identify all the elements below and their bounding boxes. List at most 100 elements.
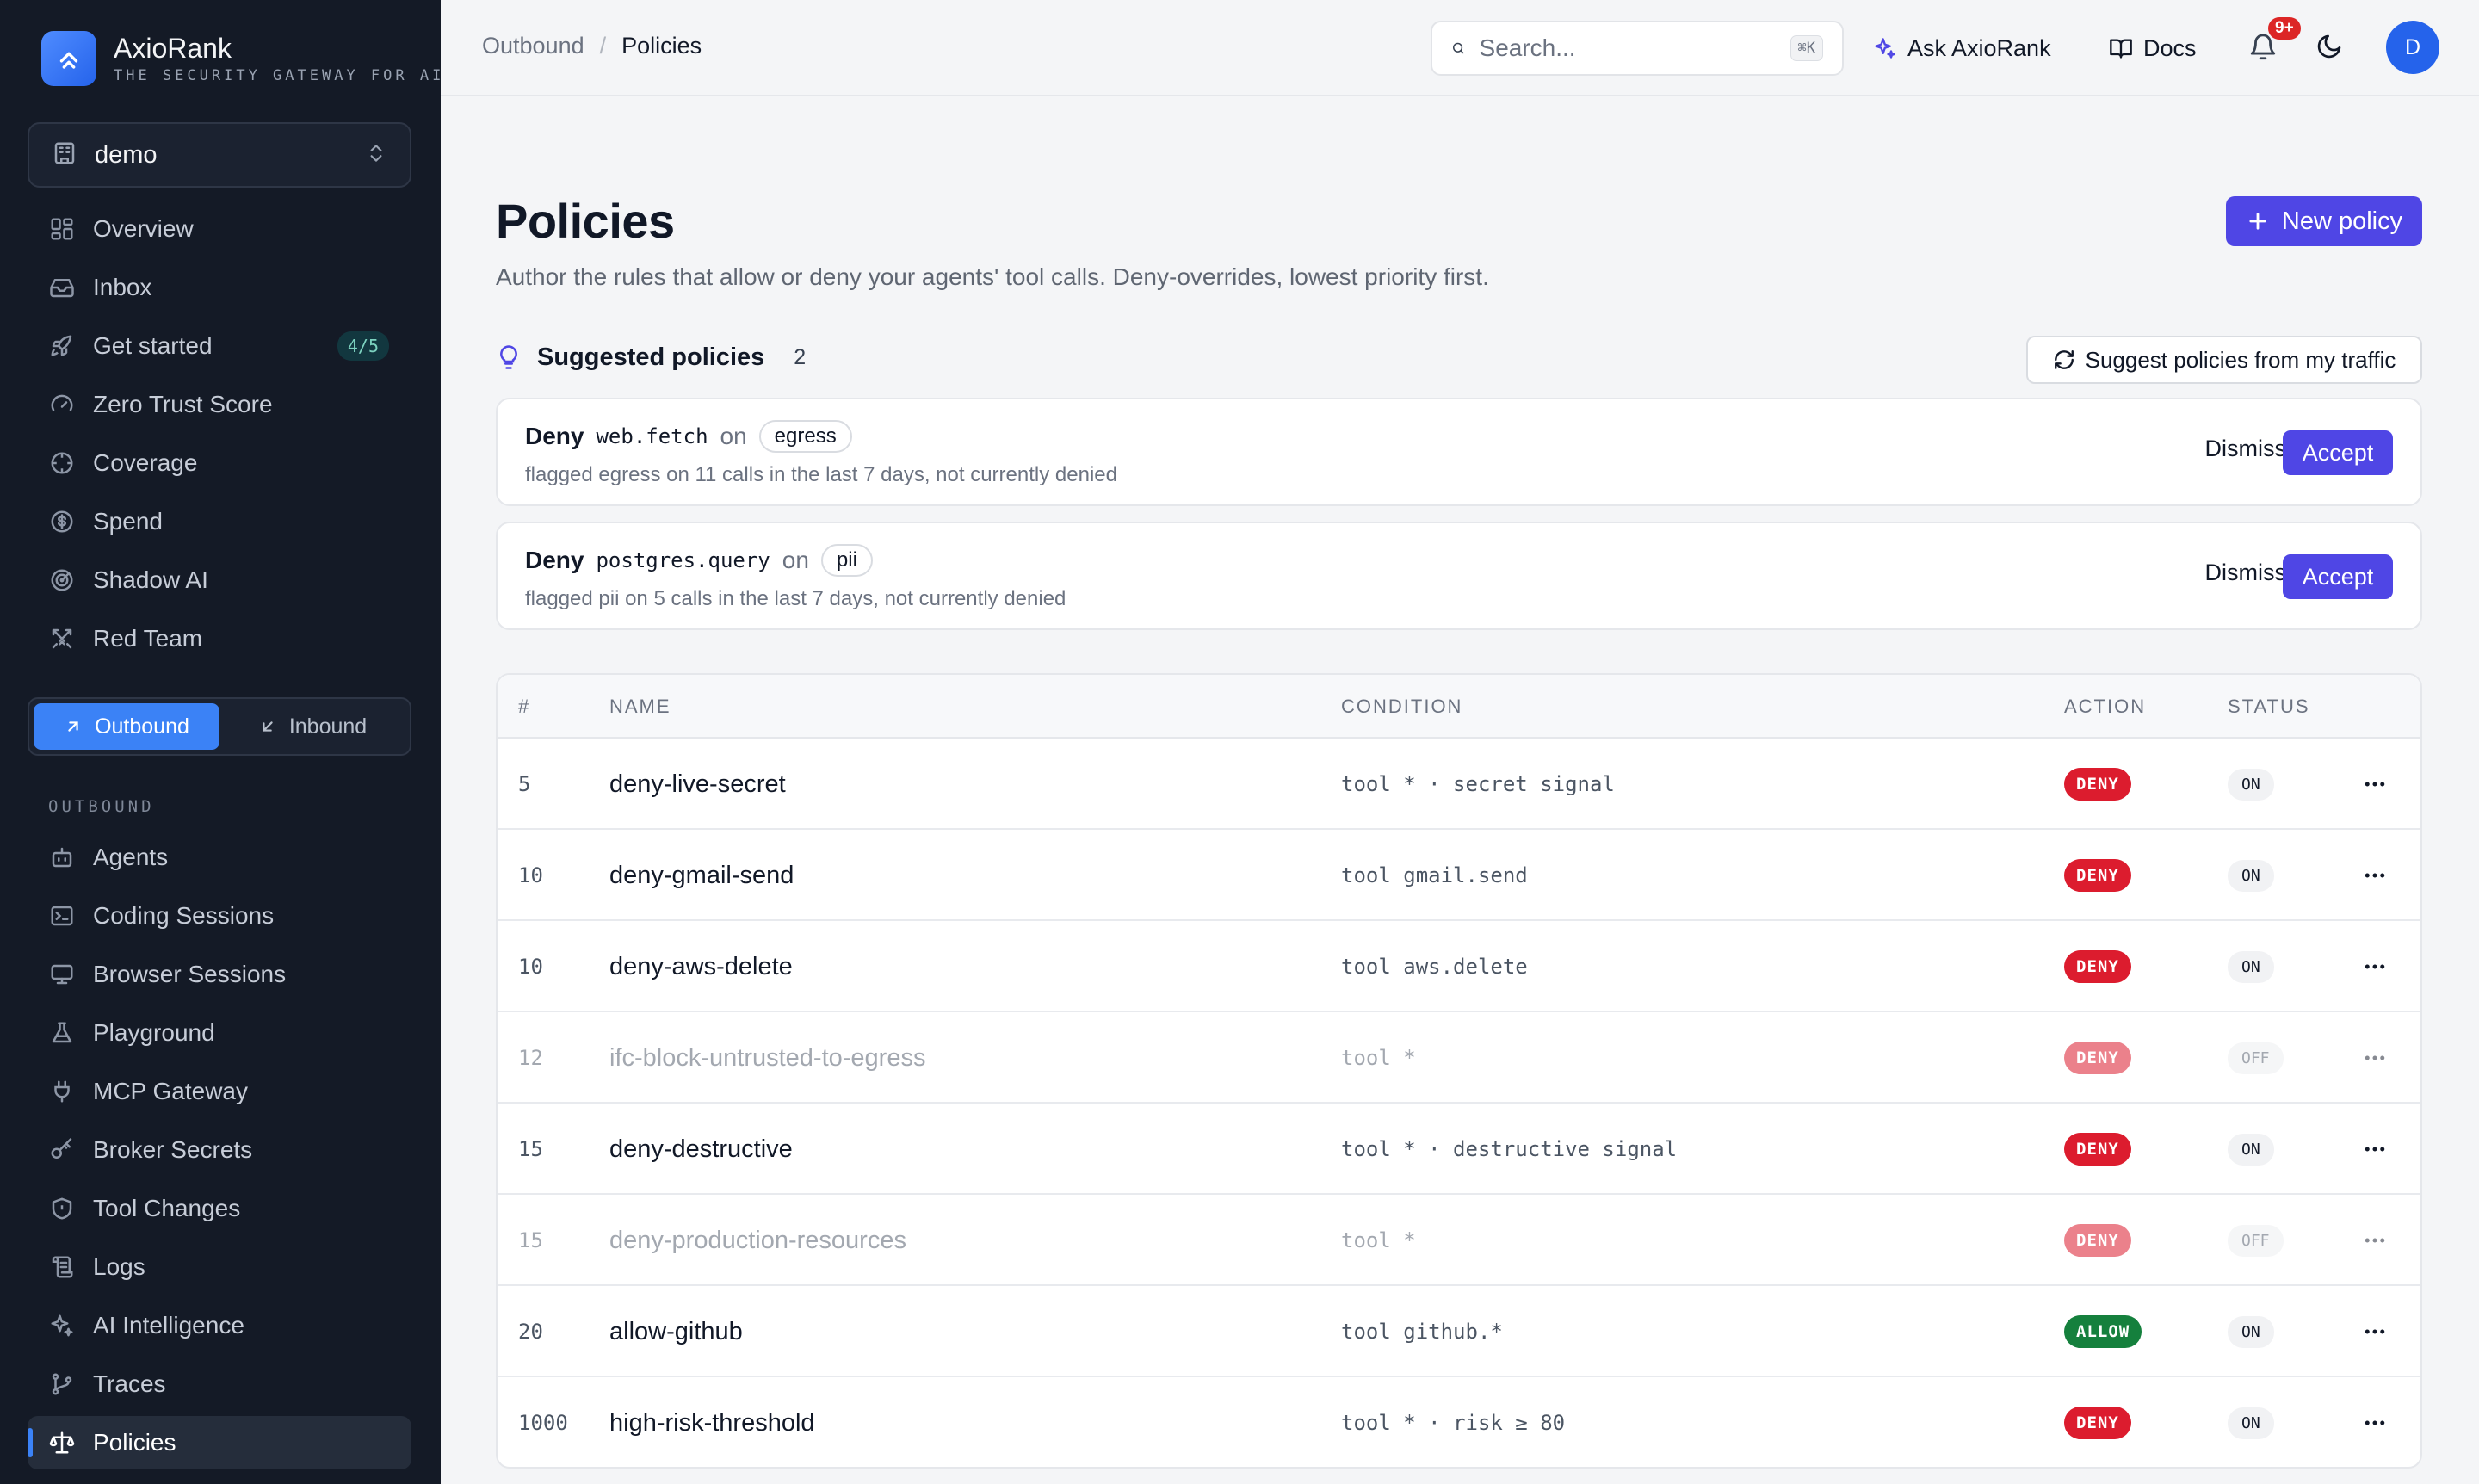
row-menu-button[interactable]	[2362, 1104, 2388, 1195]
nav-label: Coding Sessions	[93, 902, 275, 929]
table-row[interactable]: 12 ifc-block-untrusted-to-egress tool * DEN…	[498, 1012, 2420, 1104]
nav-label: Policies	[93, 1429, 176, 1456]
nav-policies[interactable]: Policies	[28, 1416, 411, 1469]
table-row[interactable]: 10 deny-aws-delete tool aws.delete DENY ON	[498, 921, 2420, 1012]
policy-name[interactable]: deny-destructive	[609, 1104, 793, 1195]
nav-label: Shadow AI	[93, 566, 208, 593]
book-icon	[2110, 39, 2132, 59]
status-badge[interactable]: ON	[2228, 768, 2274, 801]
status-badge[interactable]: OFF	[2228, 1224, 2284, 1257]
user-avatar[interactable]: D	[2386, 21, 2439, 74]
nav-browser-sessions[interactable]: Browser Sessions	[28, 948, 411, 1001]
docs-button[interactable]: Docs	[2109, 28, 2197, 69]
nav-playground[interactable]: Playground	[28, 1006, 411, 1060]
search-box[interactable]: ⌘K	[1431, 21, 1844, 76]
nav-coverage[interactable]: Coverage	[28, 436, 411, 490]
notification-count-badge: 9+	[2268, 17, 2301, 40]
status-badge[interactable]: ON	[2228, 950, 2274, 983]
plus-icon	[2249, 213, 2266, 230]
policy-name[interactable]: deny-production-resources	[609, 1195, 906, 1286]
nav-traces[interactable]: Traces	[28, 1357, 411, 1411]
ask-axiorank-button[interactable]: Ask AxioRank	[1873, 28, 2051, 69]
policy-name[interactable]: deny-live-secret	[609, 739, 786, 830]
policy-condition: tool * · secret signal	[1341, 772, 1615, 796]
new-policy-label: New policy	[2281, 207, 2403, 235]
brand-tagline: THE SECURITY GATEWAY FOR AI AG	[114, 67, 475, 84]
policy-condition: tool * · destructive signal	[1341, 1137, 1678, 1161]
header-name: NAME	[609, 696, 671, 717]
arrow-up-right-icon	[68, 721, 78, 732]
table-row[interactable]: 1000 high-risk-threshold tool * · risk ≥ 8…	[498, 1377, 2420, 1467]
dismiss-button[interactable]: Dismiss	[2205, 560, 2287, 586]
nav-spend[interactable]: Spend	[28, 495, 411, 548]
breadcrumb-parent[interactable]: Outbound	[482, 33, 584, 59]
action-badge: DENY	[2064, 1224, 2131, 1257]
brand[interactable]: AxioRank THE SECURITY GATEWAY FOR AI AG	[41, 31, 475, 86]
nav-label: Tool Changes	[93, 1195, 241, 1221]
nav-label: Spend	[93, 508, 163, 535]
dismiss-button[interactable]: Dismiss	[2205, 436, 2287, 462]
nav-broker-secrets[interactable]: Broker Secrets	[28, 1123, 411, 1177]
status-cell: ON	[2228, 1286, 2274, 1377]
nav-mcp-gateway[interactable]: MCP Gateway	[28, 1065, 411, 1118]
suggest-policies-button[interactable]: Suggest policies from my traffic	[2026, 336, 2422, 384]
row-menu-button[interactable]	[2362, 739, 2388, 830]
row-menu-button[interactable]	[2362, 1377, 2388, 1467]
row-menu-button[interactable]	[2362, 1195, 2388, 1286]
header-condition: CONDITION	[1341, 696, 1463, 717]
row-menu-button[interactable]	[2362, 1012, 2388, 1104]
policy-name[interactable]: ifc-block-untrusted-to-egress	[609, 1012, 925, 1104]
nav-coding-sessions[interactable]: Coding Sessions	[28, 889, 411, 943]
row-menu-button[interactable]	[2362, 830, 2388, 921]
table-row[interactable]: 15 deny-production-resources tool * DENY OFF	[498, 1195, 2420, 1286]
policy-name[interactable]: high-risk-threshold	[609, 1377, 815, 1467]
action-badge: ALLOW	[2064, 1315, 2142, 1348]
policy-name[interactable]: deny-aws-delete	[609, 921, 793, 1012]
nav-red-team[interactable]: Red Team	[28, 612, 411, 665]
org-selector[interactable]: demo	[28, 122, 411, 188]
sparkles-icon	[48, 1312, 76, 1339]
nav-get-started[interactable]: Get started 4/5	[28, 319, 411, 373]
status-badge[interactable]: ON	[2228, 1133, 2274, 1166]
new-policy-button[interactable]: New policy	[2226, 196, 2422, 246]
accept-button[interactable]: Accept	[2283, 430, 2393, 475]
table-row[interactable]: 20 allow-github tool github.* ALLOW ON	[498, 1286, 2420, 1377]
action-cell: ALLOW	[2064, 1286, 2142, 1377]
status-cell: ON	[2228, 830, 2274, 921]
table-row[interactable]: 15 deny-destructive tool * · destructive s…	[498, 1104, 2420, 1195]
shield-icon	[48, 1195, 76, 1222]
nav-ai-intelligence[interactable]: AI Intelligence	[28, 1299, 411, 1352]
policy-name[interactable]: deny-gmail-send	[609, 830, 794, 921]
nav-agents[interactable]: Agents	[28, 831, 411, 884]
search-input[interactable]	[1479, 34, 1790, 62]
nav-logs[interactable]: Logs	[28, 1240, 411, 1294]
nav-overview[interactable]: Overview	[28, 202, 411, 256]
topbar: Outbound / Policies ⌘K Ask AxioRank Docs…	[441, 0, 2479, 96]
outbound-toggle-button[interactable]: Outbound	[34, 703, 219, 750]
inbound-toggle-button[interactable]: Inbound	[219, 703, 405, 750]
suggestion-verb: Deny	[525, 423, 584, 449]
theme-toggle-button[interactable]	[2315, 33, 2343, 65]
status-badge[interactable]: ON	[2228, 859, 2274, 892]
nav-zero-trust-score[interactable]: Zero Trust Score	[28, 378, 411, 431]
status-badge[interactable]: ON	[2228, 1407, 2274, 1439]
policy-priority: 1000	[518, 1411, 568, 1435]
flask-icon	[48, 1019, 76, 1047]
rocket-icon	[48, 332, 76, 360]
accept-button[interactable]: Accept	[2283, 554, 2393, 599]
ask-label: Ask AxioRank	[1907, 34, 2051, 61]
policy-name[interactable]: allow-github	[609, 1286, 743, 1377]
status-badge[interactable]: ON	[2228, 1315, 2274, 1348]
nav-tool-changes[interactable]: Tool Changes	[28, 1182, 411, 1235]
row-menu-button[interactable]	[2362, 1286, 2388, 1377]
status-badge[interactable]: OFF	[2228, 1042, 2284, 1074]
table-row[interactable]: 5 deny-live-secret tool * · secret signal D…	[498, 739, 2420, 830]
more-horizontal-icon	[2365, 1420, 2385, 1425]
nav-inbox[interactable]: Inbox	[28, 261, 411, 314]
nav-label: Inbox	[93, 274, 152, 300]
nav-shadow-ai[interactable]: Shadow AI	[28, 553, 411, 607]
table-row[interactable]: 10 deny-gmail-send tool gmail.send DENY ON	[498, 830, 2420, 921]
sidebar: AxioRank THE SECURITY GATEWAY FOR AI AG …	[0, 0, 475, 1484]
row-menu-button[interactable]	[2362, 921, 2388, 1012]
action-cell: DENY	[2064, 1012, 2131, 1104]
